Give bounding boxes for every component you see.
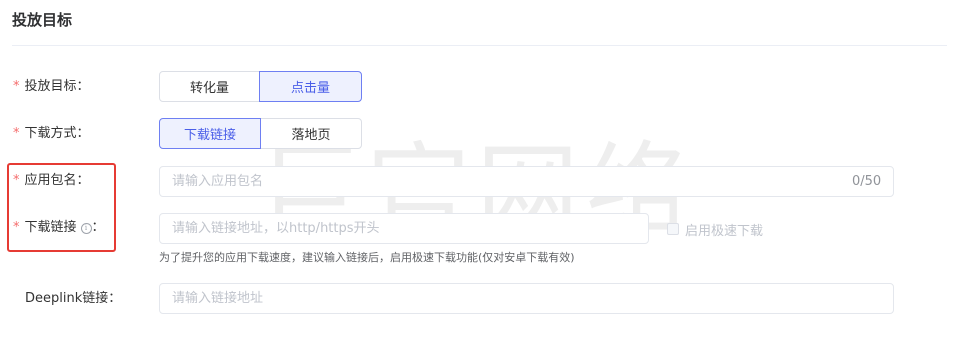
required-mark: * <box>13 126 20 141</box>
section-title: 投放目标 <box>12 11 73 29</box>
fast-download-label: 启用极速下载 <box>685 223 764 239</box>
download-link-input[interactable] <box>159 213 649 244</box>
deeplink-label: Deeplink链接： <box>25 289 121 309</box>
download-method-label: * 下载方式： <box>13 124 90 144</box>
fast-download-option[interactable]: 启用极速下载 <box>667 221 764 239</box>
download-method-option-landing-page[interactable]: 落地页 <box>260 118 362 149</box>
goal-label-text: 投放目标： <box>24 79 90 94</box>
required-mark: * <box>13 79 20 94</box>
download-link-hint: 为了提升您的应用下载速度，建议输入链接后，启用极速下载功能(仅对安卓下载有效) <box>159 251 575 264</box>
package-name-input[interactable] <box>159 166 894 197</box>
goal-option-clicks[interactable]: 点击量 <box>259 71 362 102</box>
goal-option-conversion[interactable]: 转化量 <box>159 71 260 102</box>
package-name-counter: 0/50 <box>852 174 882 189</box>
deeplink-label-text: Deeplink链接： <box>25 291 122 306</box>
highlight-box <box>7 163 116 252</box>
goal-label: * 投放目标： <box>13 77 90 97</box>
fast-download-checkbox[interactable] <box>667 223 679 235</box>
download-method-label-text: 下载方式： <box>24 126 90 141</box>
section-divider <box>12 45 947 46</box>
deeplink-input[interactable] <box>159 283 894 314</box>
download-method-option-link[interactable]: 下载链接 <box>159 118 261 149</box>
